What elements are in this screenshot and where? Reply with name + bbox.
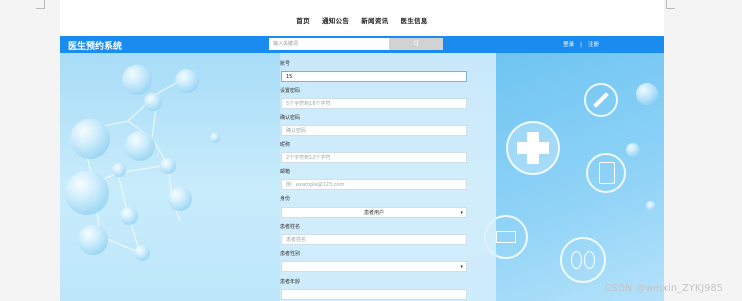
identity-select-value: 患者用户 bbox=[363, 210, 384, 216]
nav-item-doctors[interactable]: 医生信息 bbox=[401, 15, 428, 25]
patient-name-input[interactable]: 患者姓名 bbox=[281, 234, 467, 245]
bubble bbox=[144, 93, 162, 111]
bubble bbox=[646, 201, 656, 211]
select-arrow-icon: ▾ bbox=[460, 264, 463, 270]
register-link[interactable]: 注册 bbox=[588, 42, 599, 48]
bubble bbox=[134, 245, 150, 261]
bubble bbox=[70, 119, 110, 159]
search-input[interactable]: 输入关键词 bbox=[269, 38, 389, 50]
hero-background: 账号 15 设置密码 5个字符到16个字符 确认密码 确认密码 昵称 2个字符到… bbox=[60, 53, 664, 301]
login-link[interactable]: 登录 bbox=[563, 42, 574, 48]
nickname-label: 昵称 bbox=[280, 142, 291, 148]
bubble bbox=[125, 131, 155, 161]
email-input[interactable]: 例：example@123.com bbox=[281, 179, 467, 190]
bubble bbox=[626, 143, 640, 157]
select-arrow-icon: ▾ bbox=[460, 210, 463, 216]
nav-item-home[interactable]: 首页 bbox=[296, 15, 310, 25]
auth-links: 登录 | 注册 bbox=[563, 40, 599, 48]
identity-label: 身份 bbox=[280, 196, 291, 202]
page: 首页 通知公告 新闻资讯 医生信息 医生预约系统 输入关键词 Q 登录 | 注册 bbox=[60, 0, 664, 301]
patient-name-label: 患者姓名 bbox=[280, 224, 301, 230]
search-button[interactable]: Q bbox=[389, 38, 443, 50]
bubble bbox=[122, 65, 152, 95]
account-label: 账号 bbox=[280, 61, 291, 67]
patient-gender-select[interactable]: ▾ bbox=[281, 261, 467, 272]
account-input[interactable]: 15 bbox=[281, 71, 467, 82]
bubble bbox=[160, 158, 176, 174]
patient-age-label: 患者年龄 bbox=[280, 279, 301, 285]
bubble bbox=[636, 83, 658, 105]
top-nav: 首页 通知公告 新闻资讯 医生信息 bbox=[60, 15, 664, 25]
nav-item-notices[interactable]: 通知公告 bbox=[322, 15, 349, 25]
page-corner-mark bbox=[666, 0, 675, 9]
nickname-input[interactable]: 2个字符到12个字符 bbox=[281, 152, 467, 163]
password-input[interactable]: 5个字符到16个字符 bbox=[281, 98, 467, 109]
page-corner-mark bbox=[36, 0, 45, 9]
email-label: 邮箱 bbox=[280, 169, 291, 175]
watermark: CSDN @weixin_ZYKJ985 bbox=[604, 283, 723, 294]
medical-icons-illustration bbox=[484, 53, 664, 301]
search-icon: Q bbox=[413, 40, 419, 47]
left-margin bbox=[0, 0, 60, 301]
bubble bbox=[175, 69, 199, 93]
confirm-password-input[interactable]: 确认密码 bbox=[281, 125, 467, 136]
header-bar: 医生预约系统 输入关键词 Q 登录 | 注册 bbox=[60, 36, 664, 53]
confirm-password-label: 确认密码 bbox=[280, 115, 301, 121]
bubble bbox=[168, 187, 192, 211]
medical-cross-icon bbox=[506, 121, 560, 175]
bubble bbox=[210, 133, 220, 143]
patient-age-input[interactable] bbox=[281, 289, 467, 300]
clipboard-icon bbox=[586, 153, 626, 193]
right-margin bbox=[664, 0, 742, 301]
nav-item-news[interactable]: 新闻资讯 bbox=[361, 15, 388, 25]
molecule-illustration bbox=[60, 53, 280, 301]
brand-title: 医生预约系统 bbox=[68, 42, 123, 52]
syringe-icon bbox=[584, 83, 618, 117]
bubble bbox=[120, 207, 138, 225]
identity-select[interactable]: 患者用户 ▾ bbox=[281, 207, 467, 218]
bubble bbox=[65, 171, 109, 215]
bubble bbox=[78, 225, 108, 255]
patient-gender-label: 患者性别 bbox=[280, 251, 301, 257]
kidney-icon bbox=[560, 237, 606, 283]
bubble bbox=[112, 163, 126, 177]
password-label: 设置密码 bbox=[280, 88, 301, 94]
auth-separator: | bbox=[580, 42, 582, 48]
